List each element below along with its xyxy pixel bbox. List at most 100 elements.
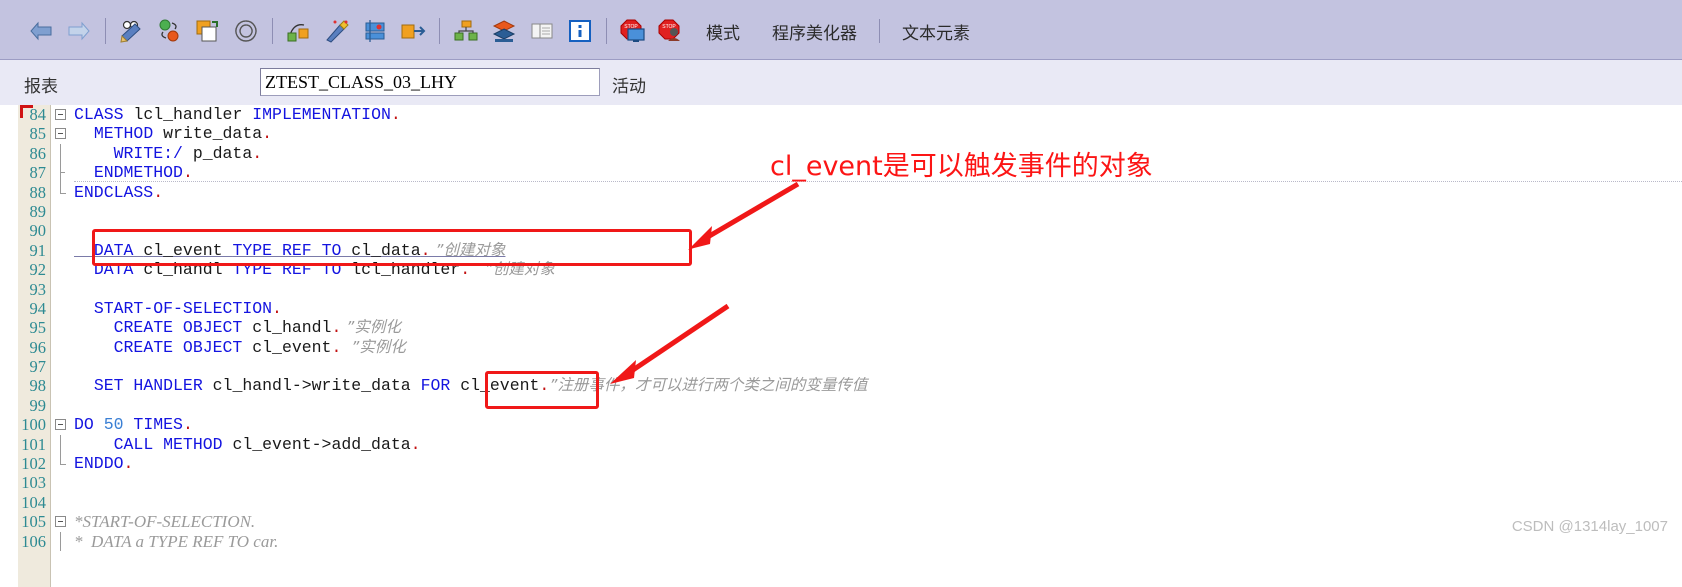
user-breakpoint-icon[interactable]: STOP xyxy=(656,16,686,46)
code-line[interactable]: 95 CREATE OBJECT cl_handl. ”实例化 xyxy=(30,318,1682,338)
line-number: 103 xyxy=(21,473,46,493)
fold-indicator[interactable] xyxy=(52,241,70,260)
code-text: DATA cl_event TYPE REF TO cl_data. ”创建对象 xyxy=(50,240,506,260)
code-line[interactable]: 90 xyxy=(30,221,1682,240)
code-token: cl_handl xyxy=(143,260,233,280)
code-token: . xyxy=(331,337,342,357)
fold-indicator[interactable] xyxy=(52,531,70,551)
fold-indicator[interactable] xyxy=(52,182,70,202)
code-token: DATA xyxy=(93,260,144,280)
line-number: 100 xyxy=(21,415,46,435)
line-number: 98 xyxy=(29,376,47,396)
fold-indicator[interactable] xyxy=(52,280,70,299)
fold-indicator[interactable] xyxy=(52,493,70,512)
toolbar-divider xyxy=(439,18,440,44)
stack-layers-icon[interactable] xyxy=(489,16,519,46)
code-line[interactable]: 97 xyxy=(30,357,1682,376)
line-number: 87 xyxy=(29,163,47,183)
code-line[interactable]: 84 CLASS lcl_handler IMPLEMENTATION. xyxy=(30,105,1682,124)
code-line[interactable]: 98 SET HANDLER cl_handl->write_data FOR … xyxy=(30,376,1682,396)
code-text: CLASS lcl_handler IMPLEMENTATION. xyxy=(50,105,401,124)
activate-icon[interactable] xyxy=(155,16,185,46)
code-line[interactable]: 94 START-OF-SELECTION. xyxy=(30,299,1682,318)
code-token: DATA xyxy=(93,240,144,260)
back-arrow-icon[interactable] xyxy=(26,16,56,46)
code-token: . xyxy=(410,434,421,454)
code-line[interactable]: 99 xyxy=(30,396,1682,415)
fold-indicator[interactable] xyxy=(52,338,70,357)
fold-indicator[interactable] xyxy=(52,124,70,143)
fold-indicator[interactable] xyxy=(52,376,70,395)
code-token: . xyxy=(420,240,431,260)
code-token: . xyxy=(331,318,342,338)
toolbar-text-elements-button[interactable]: 文本元素 xyxy=(902,19,970,44)
pretty-printer-icon[interactable] xyxy=(322,16,352,46)
info-icon[interactable] xyxy=(565,16,595,46)
line-number: 89 xyxy=(29,201,47,221)
toolbar-mode-button[interactable]: 模式 xyxy=(706,19,740,44)
execute-icon[interactable] xyxy=(398,16,428,46)
check-syntax-icon[interactable] xyxy=(117,16,147,46)
line-number: 85 xyxy=(29,124,47,144)
code-line[interactable]: 101 CALL METHOD cl_event->add_data. xyxy=(21,434,1682,455)
code-text: * DATA a TYPE REF TO car. xyxy=(50,532,278,552)
line-number: 86 xyxy=(29,143,47,163)
where-used-list-icon[interactable] xyxy=(231,16,261,46)
fold-indicator[interactable] xyxy=(52,221,70,240)
code-line[interactable]: 91 DATA cl_event TYPE REF TO cl_data. ”创… xyxy=(30,240,1682,260)
code-token: DO xyxy=(74,415,104,435)
code-line[interactable]: 96 CREATE OBJECT cl_event. ”实例化 xyxy=(30,337,1682,357)
session-breakpoint-icon[interactable]: STOP xyxy=(618,16,648,46)
fold-indicator[interactable] xyxy=(52,357,70,376)
code-line[interactable]: 85 METHOD write_data. xyxy=(30,124,1682,143)
fold-indicator[interactable] xyxy=(52,105,70,124)
code-line[interactable]: 104 xyxy=(21,493,1682,512)
fold-indicator[interactable] xyxy=(52,163,70,183)
display-change-icon[interactable] xyxy=(360,16,390,46)
fold-indicator[interactable] xyxy=(52,434,70,455)
line-number: 90 xyxy=(29,221,47,241)
forward-arrow-icon[interactable] xyxy=(64,16,94,46)
fold-indicator[interactable] xyxy=(52,260,70,279)
fold-indicator[interactable] xyxy=(52,454,70,473)
code-line[interactable]: 102 ENDDO. xyxy=(21,454,1682,473)
toolbar-icon-strip: STOP STOP 模式 程序美化器 文本元素 xyxy=(22,8,1682,54)
fold-indicator[interactable] xyxy=(52,512,70,531)
code-line[interactable]: 89 xyxy=(30,202,1682,221)
report-label: 报表 xyxy=(24,77,58,97)
list-view-icon[interactable] xyxy=(527,16,557,46)
code-text: DO 50 TIMES. xyxy=(50,415,193,434)
code-line[interactable]: 92 DATA cl_handl TYPE REF TO lcl_handler… xyxy=(30,260,1682,280)
code-token: WRITE:/ xyxy=(113,143,193,163)
code-line[interactable]: 100 DO 50 TIMES. xyxy=(21,415,1682,434)
code-token: CALL METHOD xyxy=(113,434,233,454)
report-name-input[interactable]: ZTEST_CLASS_03_LHY xyxy=(260,68,600,96)
copy-object-icon[interactable] xyxy=(193,16,223,46)
fold-indicator[interactable] xyxy=(52,318,70,337)
fold-indicator[interactable] xyxy=(52,202,70,221)
code-line[interactable]: 103 xyxy=(21,473,1682,492)
annotation-text: cl_event是可以触发事件的对象 xyxy=(770,151,1153,182)
line-number: 84 xyxy=(29,105,47,124)
other-object-icon[interactable] xyxy=(284,16,314,46)
object-navigator-icon[interactable] xyxy=(451,16,481,46)
code-token: *START-OF-SELECTION. xyxy=(74,512,256,532)
fold-indicator[interactable] xyxy=(52,299,70,318)
code-line[interactable]: 105 *START-OF-SELECTION. xyxy=(21,512,1682,532)
code-line[interactable]: 88 ENDCLASS. xyxy=(30,182,1682,202)
code-token: p_data xyxy=(192,143,253,163)
toolbar-divider xyxy=(606,18,607,44)
fold-indicator[interactable] xyxy=(52,415,70,434)
fold-indicator[interactable] xyxy=(52,473,70,492)
code-token: TIMES xyxy=(123,415,183,435)
report-status-label: 活动 xyxy=(612,77,646,97)
fold-indicator[interactable] xyxy=(52,143,70,164)
fold-indicator[interactable] xyxy=(52,396,70,415)
line-number: 97 xyxy=(29,357,47,377)
line-number: 93 xyxy=(29,279,47,299)
code-line[interactable]: 93 xyxy=(30,280,1682,299)
line-number: 95 xyxy=(29,318,47,338)
code-line[interactable]: 106 * DATA a TYPE REF TO car. xyxy=(21,531,1682,552)
toolbar-pretty-printer-button[interactable]: 程序美化器 xyxy=(772,19,857,44)
code-token: cl_event xyxy=(460,376,540,396)
